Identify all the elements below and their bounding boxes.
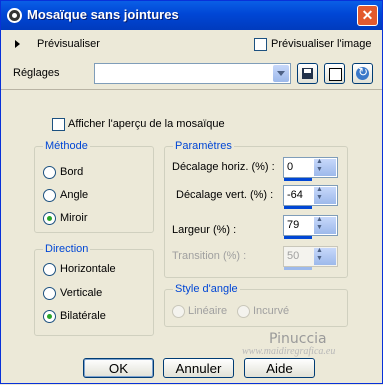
method-label-bord: Bord (60, 166, 84, 178)
stepper-arrows-icon[interactable] (314, 186, 336, 204)
direction-label-verticale: Verticale (60, 287, 103, 299)
corner-style-group: Style d'angle Linéaire Incurvé (164, 283, 348, 327)
window-title: Mosaïque sans jointures (27, 7, 179, 22)
expand-arrow-icon[interactable] (15, 40, 20, 48)
app-icon (7, 8, 22, 23)
preview-image-label: Prévisualiser l'image (271, 38, 372, 50)
save-icon[interactable] (297, 63, 318, 84)
corner-radio-lineaire (172, 305, 185, 318)
stepper-arrows-icon[interactable] (314, 216, 336, 234)
watermark-name: Pinuccia (269, 331, 327, 347)
mosaic-preview-label: Afficher l'aperçu de la mosaïque (68, 118, 225, 130)
vert-offset-label: Décalage vert. (%) : (176, 189, 274, 201)
parameters-group: Paramètres Décalage horiz. (%) : 0 Décal… (164, 140, 348, 278)
cancel-button[interactable]: Annuler (163, 358, 234, 378)
vert-offset-stepper[interactable]: -64 (283, 185, 338, 209)
method-radio-angle[interactable] (43, 189, 56, 202)
direction-label-horizontale: Horizontale (60, 263, 116, 275)
preset-select[interactable] (94, 63, 291, 84)
ok-button[interactable]: OK (83, 358, 154, 378)
dice-icon[interactable] (324, 63, 345, 84)
method-radio-miroir[interactable] (43, 212, 56, 225)
reset-icon[interactable] (352, 63, 373, 84)
direction-title: Direction (43, 243, 91, 255)
width-value: 79 (287, 219, 300, 231)
stepper-arrows-icon[interactable] (314, 158, 336, 176)
help-button[interactable]: Aide (244, 358, 315, 378)
corner-radio-incurve (237, 305, 250, 318)
value-slider[interactable] (284, 178, 312, 181)
direction-radio-horizontale[interactable] (43, 263, 56, 276)
direction-radio-verticale[interactable] (43, 287, 56, 300)
width-stepper[interactable]: 79 (283, 215, 338, 239)
corner-style-title: Style d'angle (173, 283, 240, 295)
value-slider[interactable] (284, 236, 312, 239)
method-title: Méthode (43, 140, 90, 152)
settings-label: Réglages (13, 67, 60, 79)
preview-bar: Prévisualiser Prévisualiser l'image (1, 30, 382, 58)
horiz-offset-label: Décalage horiz. (%) : (172, 161, 275, 173)
preview-image-checkbox[interactable] (254, 38, 267, 51)
direction-group: Direction Horizontale Verticale Bilatéra… (34, 243, 154, 336)
corner-label-lineaire: Linéaire (188, 305, 228, 317)
width-label: Largeur (%) : (172, 224, 237, 236)
direction-label-bilaterale: Bilatérale (60, 310, 106, 322)
title-bar: Mosaïque sans jointures ✕ (1, 1, 382, 30)
value-slider[interactable] (284, 206, 312, 209)
watermark-site: www.maidiregrafica.eu (242, 346, 336, 357)
stepper-arrows-icon (314, 247, 336, 265)
settings-bar: Réglages (1, 59, 382, 89)
direction-radio-bilaterale[interactable] (43, 310, 56, 323)
parameters-title: Paramètres (173, 140, 234, 152)
method-radio-bord[interactable] (43, 166, 56, 179)
method-group: Méthode Bord Angle Miroir (34, 140, 154, 233)
horiz-offset-value: 0 (287, 161, 294, 173)
value-slider (284, 267, 312, 270)
vert-offset-value: -64 (287, 189, 303, 201)
dialog-window: Mosaïque sans jointures ✕ Prévisualiser … (0, 0, 383, 384)
transition-value: 50 (287, 250, 300, 262)
preview-toggle-label[interactable]: Prévisualiser (37, 38, 100, 50)
corner-label-incurve: Incurvé (253, 305, 290, 317)
chevron-down-icon[interactable] (273, 65, 289, 82)
close-icon[interactable]: ✕ (357, 5, 378, 26)
transition-stepper: 50 (283, 246, 338, 270)
mosaic-preview-checkbox[interactable] (52, 118, 65, 131)
method-label-miroir: Miroir (60, 212, 88, 224)
method-label-angle: Angle (60, 189, 89, 201)
horiz-offset-stepper[interactable]: 0 (283, 157, 338, 181)
transition-label: Transition (%) : (172, 250, 247, 262)
